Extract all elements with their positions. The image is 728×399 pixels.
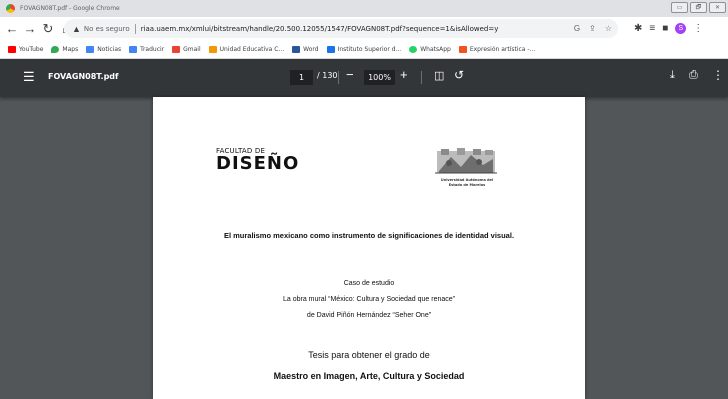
google-icon[interactable]: G bbox=[574, 24, 580, 33]
download-icon[interactable]: ⤓ bbox=[670, 69, 675, 82]
classroom-icon bbox=[458, 45, 467, 53]
bookmark-label: Gmail bbox=[183, 45, 201, 53]
bookmarks-bar: YouTube Maps Noticias Traducir Gmail Uni… bbox=[0, 40, 728, 59]
bookmark-instituto[interactable]: Instituto Superior d... bbox=[326, 45, 402, 53]
minimize-button[interactable]: ▭ bbox=[671, 2, 688, 13]
translate-icon bbox=[129, 45, 138, 53]
page-number-input[interactable]: 1 bbox=[290, 70, 313, 85]
bookmark-maps[interactable]: Maps bbox=[51, 45, 79, 53]
more-options-icon[interactable]: ⋮ bbox=[712, 68, 724, 82]
restore-button[interactable]: 🗗 bbox=[690, 2, 707, 13]
maps-pin-icon bbox=[51, 45, 60, 53]
toolbar-divider bbox=[421, 71, 422, 84]
page-count: / 130 bbox=[317, 71, 338, 80]
toolbar-divider bbox=[338, 71, 339, 84]
bookmark-word[interactable]: Word bbox=[292, 45, 319, 53]
bookmark-youtube[interactable]: YouTube bbox=[8, 45, 44, 53]
toolbar-actions: ✱ ≡ ■ S ⋮ bbox=[634, 17, 703, 40]
institute-icon bbox=[326, 45, 335, 53]
university-name-line2: Estado de Morelos bbox=[448, 183, 486, 187]
print-icon[interactable]: ⎙ bbox=[689, 69, 698, 82]
thesis-purpose: Tesis para obtener el grado de bbox=[308, 350, 430, 360]
university-seal-icon bbox=[435, 148, 497, 174]
address-divider bbox=[134, 23, 136, 34]
browser-menu-icon[interactable]: ⋮ bbox=[693, 23, 703, 34]
bookmark-expresion-artistica[interactable]: Expresión artística -... bbox=[458, 45, 536, 53]
media-icon[interactable]: ≡ bbox=[649, 23, 655, 34]
bookmark-unidad-educativa[interactable]: Unidad Educativa C... bbox=[208, 45, 285, 53]
zoom-out-icon[interactable]: − bbox=[346, 67, 354, 82]
university-name: Universidad Autónoma del Estado de Morel… bbox=[429, 178, 505, 188]
bookmark-label: Expresión artística -... bbox=[469, 45, 536, 53]
extensions-icon[interactable]: ✱ bbox=[634, 23, 642, 34]
bookmark-whatsapp[interactable]: WhatsApp bbox=[409, 45, 451, 53]
warning-icon[interactable]: ▲ bbox=[72, 24, 81, 34]
pdf-page: FACULTAD DE DISEÑO Universidad Autónoma … bbox=[153, 97, 585, 399]
document-title: El muralismo mexicano como instrumento d… bbox=[223, 231, 515, 240]
bookmark-label: Maps bbox=[62, 45, 79, 53]
bookmark-label: Traducir bbox=[140, 45, 165, 53]
back-icon[interactable]: ← bbox=[3, 17, 21, 40]
rotate-icon[interactable]: ↺ bbox=[454, 68, 464, 82]
security-status[interactable]: No es seguro bbox=[84, 25, 130, 33]
bookmark-traducir[interactable]: Traducir bbox=[129, 45, 165, 53]
bookmark-label: Noticias bbox=[97, 45, 122, 53]
window-titlebar: FOVAGN08T.pdf - Google Chrome ▭ 🗗 ✕ bbox=[0, 0, 728, 17]
pdf-toolbar: ☰ FOVAGN08T.pdf 1 / 130 − 100% + ◫ ↺ ⤓ ⎙… bbox=[0, 59, 728, 97]
side-panel-icon[interactable]: ■ bbox=[662, 23, 668, 34]
logo-big-text: DISEÑO bbox=[216, 153, 300, 174]
close-button[interactable]: ✕ bbox=[709, 2, 726, 13]
bookmark-label: Word bbox=[303, 45, 319, 53]
fit-page-icon[interactable]: ◫ bbox=[434, 69, 444, 82]
address-actions: G ⇪ ☆ bbox=[574, 24, 612, 33]
zoom-in-icon[interactable]: + bbox=[400, 67, 408, 82]
bookmark-noticias[interactable]: Noticias bbox=[86, 45, 122, 53]
zoom-input[interactable]: 100% bbox=[364, 70, 395, 85]
browser-toolbar: ← → ↻ ⌂ ▲ No es seguro riaa.uaem.mx/xmlu… bbox=[0, 17, 728, 40]
youtube-icon bbox=[8, 45, 16, 53]
bookmark-label: WhatsApp bbox=[420, 45, 451, 53]
bookmark-label: YouTube bbox=[19, 45, 44, 53]
degree-name: Maestro en Imagen, Arte, Cultura y Socie… bbox=[273, 371, 465, 381]
school-icon bbox=[208, 45, 217, 53]
case-study-label: Caso de estudio bbox=[343, 280, 395, 287]
news-icon bbox=[86, 45, 95, 53]
menu-icon[interactable]: ☰ bbox=[23, 70, 35, 84]
share-icon[interactable]: ⇪ bbox=[589, 24, 596, 33]
faculty-logo: FACULTAD DE DISEÑO bbox=[216, 147, 300, 174]
address-bar[interactable]: ▲ No es seguro riaa.uaem.mx/xmlui/bitstr… bbox=[64, 19, 618, 38]
mural-name: La obra mural “México: Cultura y Socieda… bbox=[283, 296, 455, 303]
bookmark-gmail[interactable]: Gmail bbox=[172, 45, 201, 53]
gmail-icon bbox=[172, 45, 181, 53]
url-text[interactable]: riaa.uaem.mx/xmlui/bitstream/handle/20.5… bbox=[141, 25, 499, 33]
profile-avatar[interactable]: S bbox=[675, 23, 687, 34]
bookmark-label: Unidad Educativa C... bbox=[219, 45, 285, 53]
word-icon bbox=[292, 45, 301, 53]
mural-author: de David Piñón Hernández “Seher One” bbox=[306, 312, 432, 319]
whatsapp-icon bbox=[409, 45, 418, 53]
forward-icon[interactable]: → bbox=[21, 17, 39, 40]
reload-icon[interactable]: ↻ bbox=[39, 17, 57, 40]
bookmark-label: Instituto Superior d... bbox=[337, 45, 402, 53]
pdf-file-name: FOVAGN08T.pdf bbox=[48, 72, 119, 81]
chrome-icon bbox=[6, 4, 15, 13]
window-controls: ▭ 🗗 ✕ bbox=[671, 2, 726, 13]
window-title: FOVAGN08T.pdf - Google Chrome bbox=[20, 5, 120, 12]
bookmark-star-icon[interactable]: ☆ bbox=[605, 24, 612, 33]
